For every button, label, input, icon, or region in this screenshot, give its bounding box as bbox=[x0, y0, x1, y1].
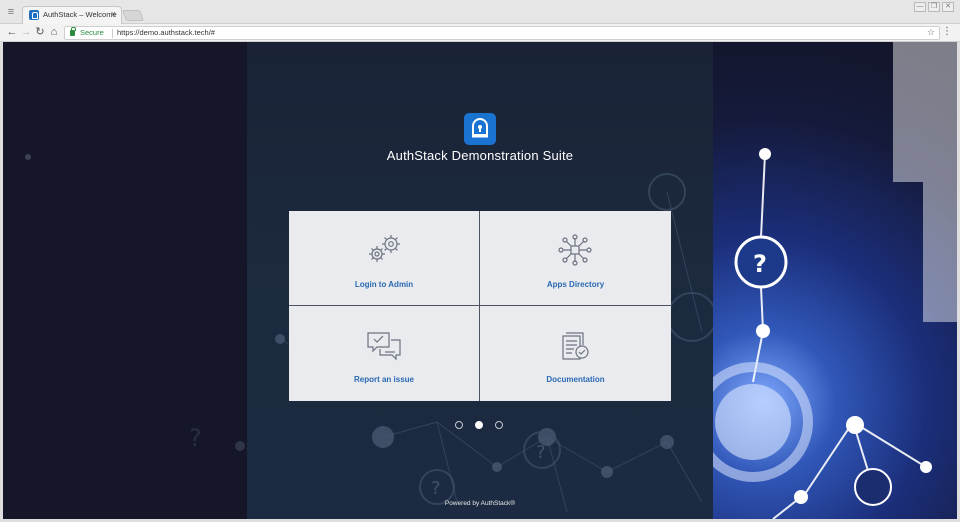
lock-badge-icon bbox=[472, 118, 488, 138]
home-icon[interactable]: ⌂ bbox=[48, 26, 60, 39]
chat-bubbles-icon bbox=[367, 332, 401, 361]
carousel-dot-1[interactable] bbox=[455, 421, 463, 429]
carousel-dot-2[interactable] bbox=[475, 421, 483, 429]
tab-close-icon[interactable]: × bbox=[111, 9, 116, 19]
browser-tab[interactable]: AuthStack – Welcome × bbox=[22, 6, 122, 25]
url-text[interactable]: https://demo.authstack.tech/# bbox=[117, 28, 215, 37]
browser-toolbar: ← → ↻ ⌂ Secure https://demo.authstack.te… bbox=[0, 24, 960, 42]
svg-text:?: ? bbox=[753, 250, 767, 278]
close-window-button[interactable]: ✕ bbox=[942, 2, 954, 12]
browser-titlebar: ≡ AuthStack – Welcome × — ❐ ✕ bbox=[0, 0, 960, 25]
address-separator bbox=[112, 29, 113, 38]
network-hub-icon bbox=[558, 234, 592, 266]
tile-report-an-issue[interactable]: Report an issue bbox=[289, 306, 480, 401]
back-arrow-icon[interactable]: ← bbox=[6, 26, 18, 39]
restore-button[interactable]: ❐ bbox=[928, 2, 940, 12]
powered-by-footer: Powered by AuthStack® bbox=[444, 500, 516, 507]
window-controls: — ❐ ✕ bbox=[914, 2, 954, 14]
new-tab-button[interactable] bbox=[121, 10, 145, 21]
tile-label-apps-directory: Apps Directory bbox=[546, 280, 605, 289]
carousel-pagination bbox=[455, 421, 515, 431]
lock-icon bbox=[70, 27, 76, 36]
svg-text:?: ? bbox=[431, 478, 441, 499]
launcher-grid: Login to Admin Apps Directory Report an … bbox=[289, 211, 671, 401]
tile-apps-directory[interactable]: Apps Directory bbox=[480, 211, 671, 306]
gears-icon bbox=[369, 235, 400, 262]
network-hero-decoration: ? bbox=[713, 42, 957, 519]
reload-icon[interactable]: ↻ bbox=[34, 26, 46, 39]
tile-documentation[interactable]: Documentation bbox=[480, 306, 671, 401]
browser-more-icon[interactable]: ⋮ bbox=[942, 26, 952, 38]
tile-label-report-an-issue: Report an issue bbox=[353, 375, 414, 384]
browser-menu-icon[interactable]: ≡ bbox=[5, 6, 17, 18]
carousel-dot-3[interactable] bbox=[495, 421, 503, 429]
document-check-icon bbox=[562, 332, 589, 360]
page-viewport: ? ? ? ? AuthStack Demonstration Suite Lo… bbox=[3, 42, 957, 519]
authstack-logo bbox=[464, 113, 496, 145]
tab-title: AuthStack – Welcome bbox=[43, 10, 117, 19]
bookmark-star-icon[interactable]: ☆ bbox=[927, 27, 935, 38]
secure-label: Secure bbox=[80, 28, 104, 37]
minimize-button[interactable]: — bbox=[914, 2, 926, 12]
svg-text:?: ? bbox=[536, 442, 546, 463]
right-background-panel: ? bbox=[713, 42, 957, 519]
address-bar[interactable]: Secure https://demo.authstack.tech/# ☆ bbox=[64, 26, 940, 40]
left-background-panel: ? bbox=[3, 42, 247, 519]
tile-label-documentation: Documentation bbox=[546, 375, 605, 384]
page-title: AuthStack Demonstration Suite bbox=[386, 148, 574, 163]
tab-favicon-icon bbox=[29, 10, 39, 20]
left-decoration: ? bbox=[25, 154, 245, 452]
tile-login-to-admin[interactable]: Login to Admin bbox=[289, 211, 480, 306]
svg-text:?: ? bbox=[189, 424, 202, 452]
tile-label-login-to-admin: Login to Admin bbox=[354, 280, 414, 289]
forward-arrow-icon[interactable]: → bbox=[20, 26, 32, 39]
